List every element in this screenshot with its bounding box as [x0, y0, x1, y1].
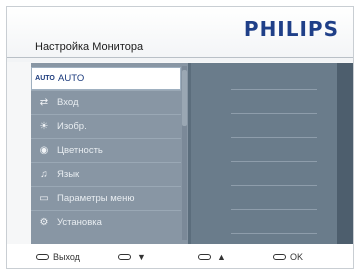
menu-scrollbar[interactable] [182, 66, 187, 240]
exit-label: Выход [53, 252, 80, 262]
menu-item-input[interactable]: ⇄ Вход [31, 91, 181, 114]
ok-button[interactable]: OK [273, 252, 303, 262]
menu-settings-icon: ▭ [39, 193, 49, 204]
arrow-down-icon: ▼ [137, 252, 146, 262]
gear-icon: ⚙ [39, 217, 49, 228]
page-title: Настройка Монитора [35, 41, 144, 53]
scrollbar-thumb[interactable] [182, 70, 187, 126]
button-oval-icon [273, 254, 286, 260]
menu-item-color[interactable]: ◉ Цветность [31, 139, 181, 162]
submenu-row [191, 67, 353, 90]
color-icon: ◉ [39, 145, 49, 156]
submenu-edge [337, 63, 353, 244]
submenu-row [191, 187, 353, 210]
button-oval-icon [36, 254, 49, 260]
button-hint-bar: Выход ▼ ▲ OK [7, 244, 353, 268]
menu-item-auto[interactable]: AUTO AUTO [31, 67, 181, 90]
ok-label: OK [290, 252, 304, 262]
submenu-row [191, 115, 353, 138]
submenu-panel [191, 63, 353, 244]
menu-item-picture[interactable]: ☀ Изобр. [31, 115, 181, 138]
submenu-row [191, 91, 353, 114]
brand-logo: PHILIPS [243, 17, 339, 41]
menu-item-menu-settings[interactable]: ▭ Параметры меню [31, 187, 181, 210]
osd-header: PHILIPS Настройка Монитора [7, 7, 353, 62]
exit-button[interactable]: Выход [36, 252, 80, 262]
submenu-row [191, 139, 353, 162]
menu-item-label: AUTO [58, 73, 85, 84]
down-button[interactable]: ▼ [118, 252, 146, 262]
language-icon: ♫ [40, 169, 48, 180]
menu-item-label: Вход [57, 97, 79, 108]
submenu-row [191, 163, 353, 186]
monitor-osd-window: PHILIPS Настройка Монитора AUTO AUTO ⇄ В… [6, 6, 354, 269]
main-menu-list: AUTO AUTO ⇄ Вход ☀ Изобр. ◉ Цветность ♫ … [31, 63, 188, 244]
osd-menu-panel: AUTO AUTO ⇄ Вход ☀ Изобр. ◉ Цветность ♫ … [31, 63, 353, 244]
menu-item-label: Установка [57, 217, 102, 228]
menu-item-label: Язык [57, 169, 80, 180]
arrow-up-icon: ▲ [217, 252, 226, 262]
menu-item-setup[interactable]: ⚙ Установка [31, 211, 181, 234]
auto-icon: AUTO [35, 75, 55, 82]
menu-item-label: Изобр. [57, 121, 87, 132]
button-oval-icon [118, 254, 131, 260]
title-divider [7, 57, 353, 58]
menu-item-label: Цветность [57, 145, 103, 156]
menu-item-label: Параметры меню [57, 193, 135, 204]
input-icon: ⇄ [39, 97, 49, 108]
sun-icon: ☀ [39, 121, 49, 132]
submenu-row [191, 211, 353, 234]
button-oval-icon [198, 254, 211, 260]
up-button[interactable]: ▲ [198, 252, 226, 262]
menu-item-language[interactable]: ♫ Язык [31, 163, 181, 186]
